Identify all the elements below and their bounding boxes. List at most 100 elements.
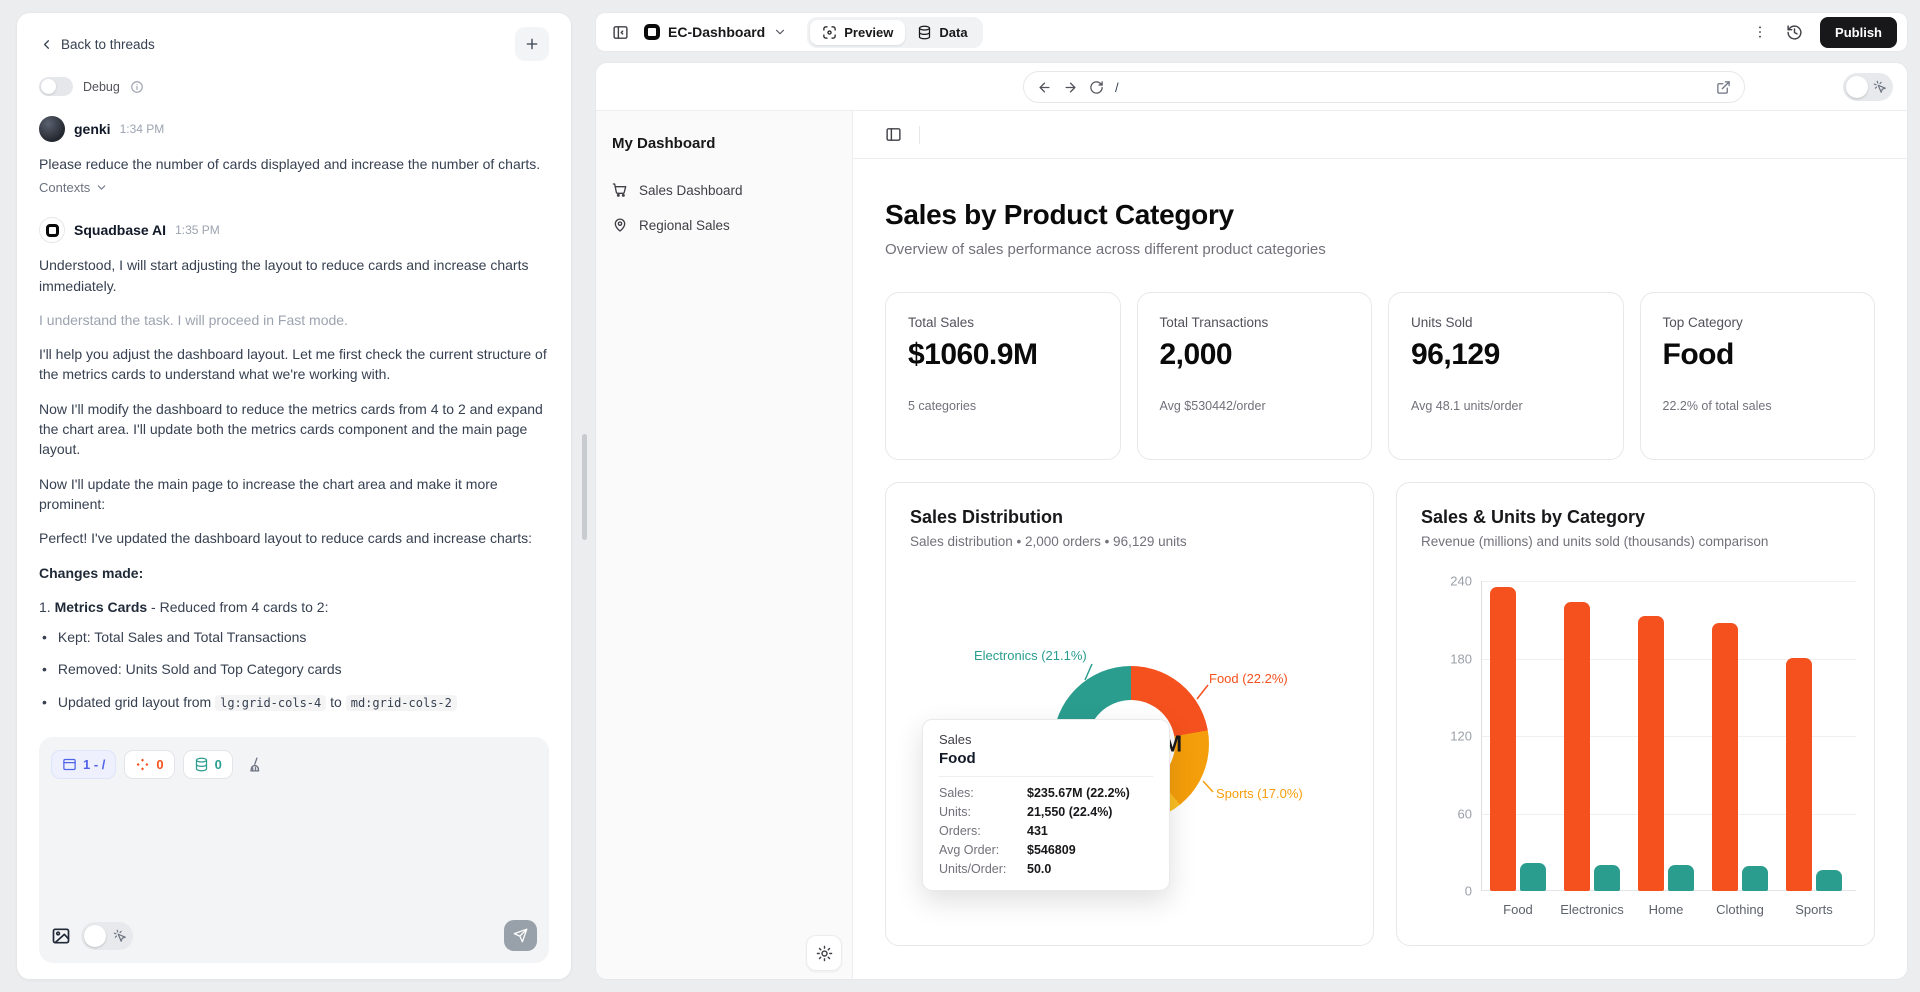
pages-chip-label: 1 - / — [83, 757, 105, 772]
tab-data[interactable]: Data — [905, 20, 979, 45]
app-root: Back to threads Debug genki 1:34 PM Plea… — [0, 0, 1920, 992]
components-chip[interactable]: 0 — [124, 750, 174, 779]
user-avatar — [39, 116, 65, 142]
dashboard-sidebar-title: My Dashboard — [612, 135, 836, 152]
tooltip-divider — [939, 776, 1153, 777]
external-link-icon[interactable] — [1716, 80, 1731, 95]
bar-electronics-units[interactable] — [1594, 865, 1620, 891]
x-axis-label: Clothing — [1698, 902, 1782, 917]
send-icon — [513, 928, 528, 943]
preview-card: / My Dashboard Sales Dashboard — [595, 62, 1908, 980]
contexts-toggle[interactable]: Contexts — [39, 180, 549, 195]
project-brand[interactable]: EC-Dashboard — [644, 24, 787, 40]
history-button[interactable] — [1780, 18, 1808, 46]
composer[interactable]: 1 - / 0 0 — [39, 737, 549, 963]
bar-home-units[interactable] — [1668, 865, 1694, 891]
page-title: Sales by Product Category — [885, 199, 1875, 231]
y-axis-tick: 120 — [1450, 729, 1472, 744]
layout-icon — [62, 757, 77, 772]
tooltip-row-value: $546809 — [1027, 843, 1153, 857]
x-axis-label: Food — [1476, 902, 1560, 917]
more-menu-button[interactable] — [1746, 18, 1774, 46]
attach-image-button[interactable] — [51, 926, 71, 946]
sales-units-card: Sales & Units by Category Revenue (milli… — [1396, 482, 1875, 946]
new-thread-button[interactable] — [515, 27, 549, 61]
debug-row: Debug — [39, 77, 549, 96]
bar-clothing-revenue[interactable] — [1712, 623, 1738, 891]
arrow-left-icon[interactable] — [1037, 80, 1052, 95]
metric-value: Food — [1663, 338, 1853, 372]
x-axis-label: Sports — [1772, 902, 1856, 917]
bar-food-revenue[interactable] — [1490, 587, 1516, 891]
nav-item-regional-sales[interactable]: Regional Sales — [612, 217, 836, 233]
ai-paragraph: Now I'll modify the dashboard to reduce … — [39, 399, 549, 460]
sidebar-collapse-button[interactable] — [606, 18, 634, 46]
data-chip[interactable]: 0 — [183, 750, 233, 779]
chart-title: Sales Distribution — [886, 483, 1373, 528]
agent-mode-toggle[interactable] — [81, 922, 133, 950]
metric-label: Total Sales — [908, 315, 1098, 330]
bar-clothing-units[interactable] — [1742, 866, 1768, 891]
workspace-topbar: EC-Dashboard Preview Data Publish — [595, 12, 1908, 52]
chart-subtitle: Sales distribution • 2,000 orders • 96,1… — [886, 528, 1373, 549]
ai-paragraph: Changes made: — [39, 563, 549, 583]
tooltip-row-label: Units/Order: — [939, 862, 1027, 876]
clear-context-button[interactable] — [241, 749, 271, 779]
metric-value: $1060.9M — [908, 338, 1098, 372]
arrow-right-icon[interactable] — [1063, 80, 1078, 95]
ai-message: Squadbase AI 1:35 PM Understood, I will … — [39, 217, 549, 727]
y-axis-tick: 240 — [1450, 574, 1472, 589]
tab-preview[interactable]: Preview — [810, 20, 905, 45]
dashboard-sidebar-toggle[interactable] — [879, 121, 907, 149]
metric-label: Total Transactions — [1160, 315, 1350, 330]
metric-card-units-sold: Units Sold 96,129 Avg 48.1 units/order — [1388, 292, 1624, 460]
cursor-click-icon — [1873, 80, 1887, 94]
data-chip-count: 0 — [215, 757, 222, 772]
tooltip-rows: Sales:$235.67M (22.2%)Units:21,550 (22.4… — [939, 786, 1153, 876]
chart-subtitle: Revenue (millions) and units sold (thous… — [1397, 528, 1874, 549]
ai-paragraph: Understood, I will start adjusting the l… — [39, 255, 549, 296]
sales-distribution-card: Sales Distribution Sales distribution • … — [885, 482, 1374, 946]
user-name: genki — [74, 121, 111, 137]
debug-toggle[interactable] — [39, 77, 73, 96]
squadbase-logo-icon — [46, 224, 59, 237]
y-axis-tick: 180 — [1450, 651, 1472, 666]
bar-sports-units[interactable] — [1816, 870, 1842, 891]
dots-vertical-icon — [1752, 24, 1768, 40]
nav-item-sales-dashboard[interactable]: Sales Dashboard — [612, 182, 836, 198]
url-bar[interactable]: / — [1023, 71, 1745, 103]
select-mode-toggle[interactable] — [1843, 73, 1893, 101]
tooltip-row-value: $235.67M (22.2%) — [1027, 786, 1153, 800]
map-pin-icon — [612, 217, 628, 233]
diamonds-icon — [135, 757, 150, 772]
back-to-threads-link[interactable]: Back to threads — [39, 37, 155, 52]
bar-plot[interactable]: 060120180240FoodElectronicsHomeClothingS… — [1481, 581, 1856, 891]
ai-paragraph: Perfect! I've updated the dashboard layo… — [39, 528, 549, 548]
theme-toggle-button[interactable] — [806, 935, 842, 971]
ai-paragraph: •Removed: Units Sold and Top Category ca… — [39, 659, 549, 679]
image-icon — [51, 926, 71, 946]
publish-button[interactable]: Publish — [1820, 17, 1897, 48]
chat-scrollbar[interactable] — [582, 434, 587, 540]
bar-food-units[interactable] — [1520, 863, 1546, 891]
url-path[interactable]: / — [1115, 80, 1119, 95]
metric-value: 2,000 — [1160, 338, 1350, 372]
ai-name: Squadbase AI — [74, 222, 166, 238]
composer-bottom — [51, 920, 537, 951]
dashboard-nav: Sales Dashboard Regional Sales — [612, 182, 836, 233]
bar-electronics-revenue[interactable] — [1564, 602, 1590, 891]
pages-chip[interactable]: 1 - / — [51, 750, 116, 779]
user-message-time: 1:34 PM — [120, 122, 165, 136]
bar-home-revenue[interactable] — [1638, 616, 1664, 891]
nav-item-label: Regional Sales — [639, 218, 730, 233]
callout-electronics: Electronics (21.1%) — [974, 648, 1087, 663]
send-button[interactable] — [504, 920, 537, 951]
toolbar-divider — [919, 126, 920, 144]
scan-icon — [822, 25, 837, 40]
ai-paragraph: I'll help you adjust the dashboard layou… — [39, 344, 549, 385]
bar-sports-revenue[interactable] — [1786, 658, 1812, 891]
charts-row: Sales Distribution Sales distribution • … — [885, 482, 1875, 946]
reload-icon[interactable] — [1089, 80, 1104, 95]
ai-paragraph: •Kept: Total Sales and Total Transaction… — [39, 627, 549, 647]
composer-chips: 1 - / 0 0 — [51, 749, 537, 779]
